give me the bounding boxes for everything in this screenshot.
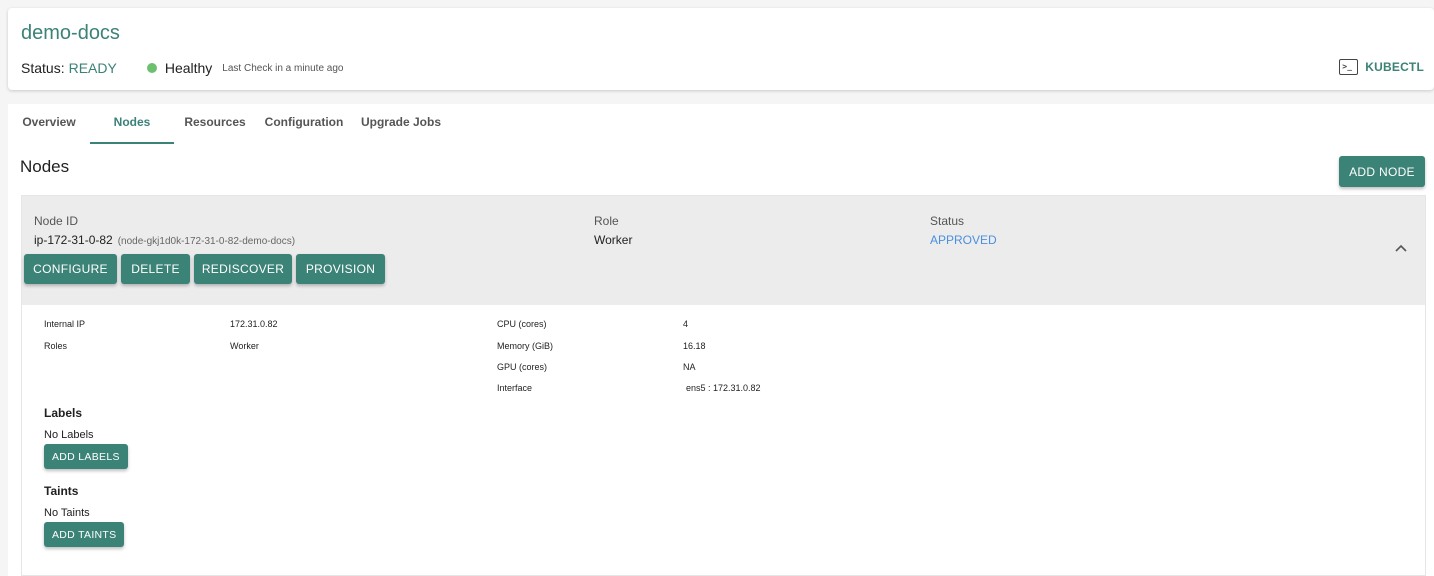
- role-label: Role: [594, 214, 619, 228]
- rediscover-button[interactable]: REDISCOVER: [194, 254, 292, 284]
- labels-title: Labels: [44, 406, 83, 420]
- node-header[interactable]: Node ID ip-172-31-0-82 (node-gkj1d0k-172-…: [22, 196, 1425, 305]
- memory-value: 16.18: [683, 341, 706, 351]
- gpu-label: GPU (cores): [497, 362, 548, 372]
- node-id-label: Node ID: [34, 214, 79, 228]
- terminal-icon: >_: [1339, 59, 1359, 75]
- node-id-value: ip-172-31-0-82 (node-gkj1d0k-172-31-0-82-…: [34, 233, 295, 247]
- status-col-label: Status: [930, 214, 965, 228]
- add-labels-button[interactable]: ADD LABELS: [44, 444, 128, 469]
- add-taints-button[interactable]: ADD TAINTS: [44, 522, 125, 547]
- status-label: Status:: [21, 60, 65, 76]
- roles-label: Roles: [44, 341, 68, 351]
- health-dot-icon: [146, 63, 157, 73]
- node-actions: CONFIGURE DELETE REDISCOVER PROVISION: [24, 254, 385, 284]
- interface-value: ens5 : 172.31.0.82: [686, 383, 761, 393]
- last-check-text: Last Check in a minute ago: [222, 62, 344, 74]
- main-panel: Overview Nodes Resources Configuration U…: [8, 104, 1434, 576]
- node-id-sub: (node-gkj1d0k-172-31-0-82-demo-docs): [117, 236, 296, 247]
- role-value: Worker: [594, 233, 633, 247]
- delete-button[interactable]: DELETE: [121, 254, 190, 284]
- taints-title: Taints: [44, 484, 79, 498]
- labels-text: No Labels: [44, 429, 94, 441]
- cpu-label: CPU (cores): [497, 319, 547, 329]
- tab-configuration[interactable]: Configuration: [256, 104, 352, 144]
- internal-ip-value: 172.31.0.82: [230, 319, 278, 329]
- interface-label: Interface: [497, 383, 533, 393]
- status-badge: APPROVED: [930, 233, 997, 247]
- node-card: Node ID ip-172-31-0-82 (node-gkj1d0k-172-…: [21, 195, 1426, 576]
- cpu-value: 4: [683, 319, 689, 329]
- chevron-up-icon[interactable]: [1394, 241, 1408, 255]
- status-line: Status: READY Healthy Last Check in a mi…: [21, 60, 343, 76]
- tab-overview[interactable]: Overview: [8, 104, 90, 144]
- status-value: READY: [68, 60, 117, 76]
- kubectl-button[interactable]: >_ KUBECTL: [1339, 59, 1424, 75]
- taints-text: No Taints: [44, 507, 90, 519]
- tab-nodes[interactable]: Nodes: [90, 104, 174, 144]
- gpu-value: NA: [683, 362, 696, 372]
- node-id: ip-172-31-0-82: [34, 233, 113, 247]
- cluster-name: demo-docs: [21, 22, 120, 44]
- internal-ip-label: Internal IP: [44, 319, 86, 329]
- cluster-header: demo-docs Status: READY Healthy Last Che…: [8, 8, 1434, 90]
- tab-bar: Overview Nodes Resources Configuration U…: [8, 104, 450, 144]
- add-node-button[interactable]: ADD NODE: [1339, 156, 1425, 187]
- tab-upgrade-jobs[interactable]: Upgrade Jobs: [352, 104, 450, 144]
- roles-value: Worker: [230, 341, 259, 351]
- kubectl-label: KUBECTL: [1365, 60, 1424, 74]
- nodes-title: Nodes: [20, 157, 70, 176]
- memory-label: Memory (GiB): [497, 341, 553, 351]
- tab-resources[interactable]: Resources: [174, 104, 256, 144]
- configure-button[interactable]: CONFIGURE: [24, 254, 117, 284]
- health-text: Healthy: [164, 60, 213, 76]
- provision-button[interactable]: PROVISION: [296, 254, 385, 284]
